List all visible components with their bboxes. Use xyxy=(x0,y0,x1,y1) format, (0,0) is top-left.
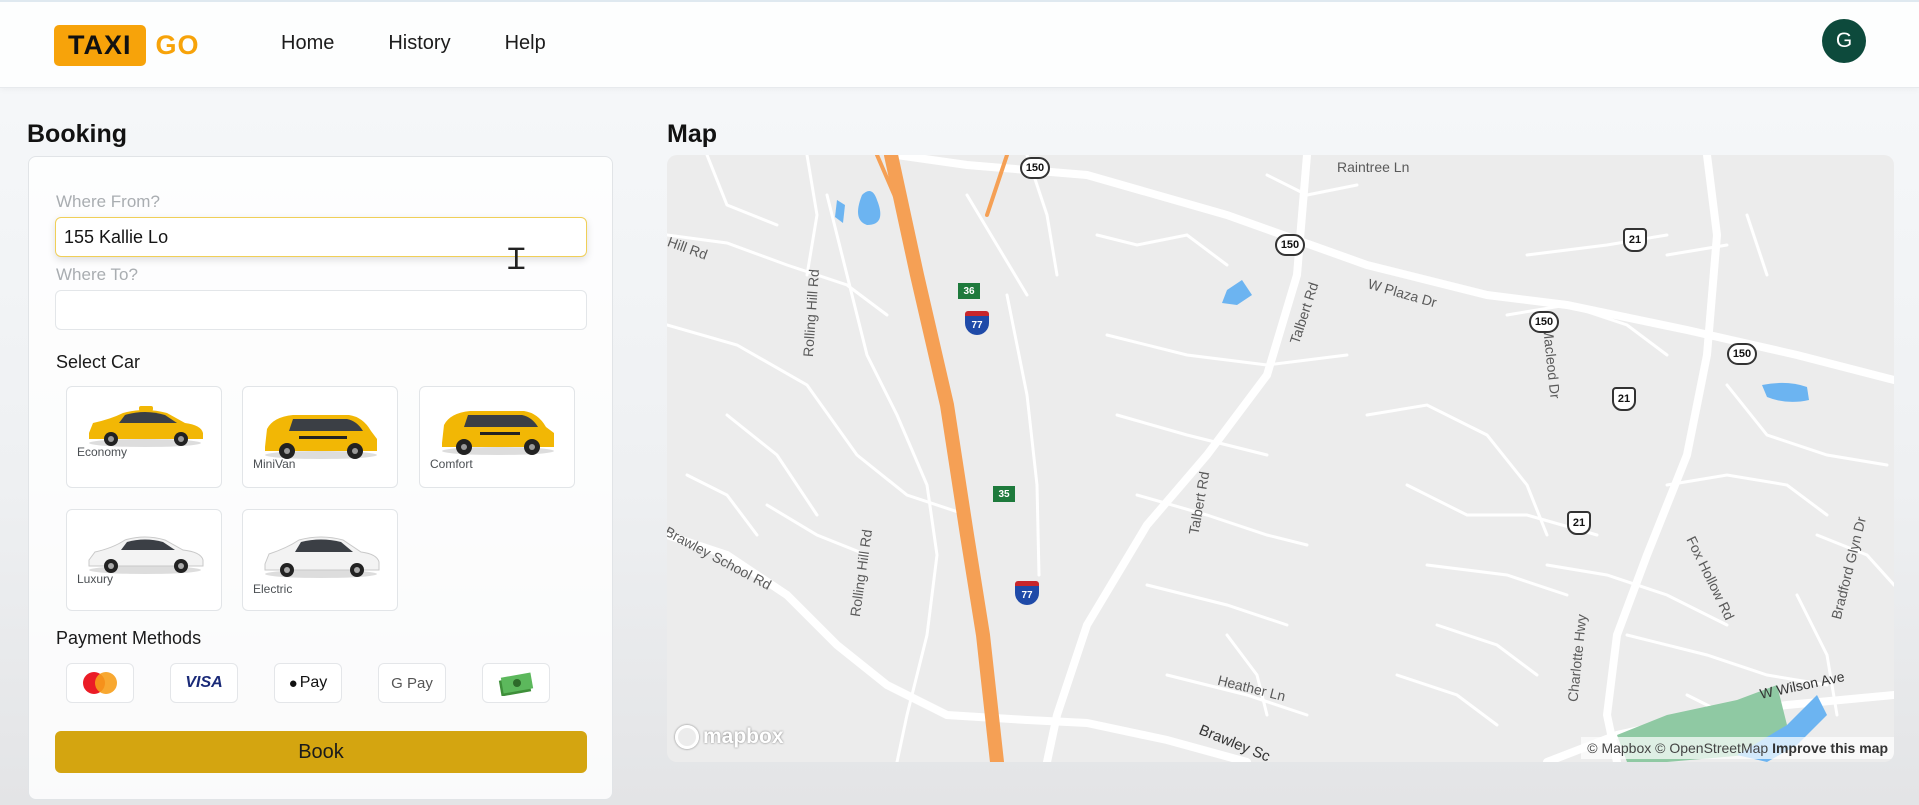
user-avatar[interactable]: G xyxy=(1822,19,1866,63)
interstate-77-shield: 77 xyxy=(965,311,989,335)
car-name-electric: Electric xyxy=(253,582,293,596)
google-pay-text: G Pay xyxy=(391,674,433,692)
car-name-luxury: Luxury xyxy=(77,572,114,586)
minivan-car-icon xyxy=(265,415,377,459)
comfort-car-icon xyxy=(442,411,554,455)
route-150-shield: 150 xyxy=(1275,234,1305,256)
car-name-economy: Economy xyxy=(77,445,128,459)
road-label-raintree: Raintree Ln xyxy=(1337,159,1410,175)
mapbox-logo[interactable]: mapbox xyxy=(675,725,784,749)
route-150-shield: 150 xyxy=(1020,157,1050,179)
text-cursor-icon: Ɪ xyxy=(508,243,525,276)
payment-mastercard[interactable] xyxy=(66,663,134,703)
logo-go-text: GO xyxy=(155,29,200,60)
attribution-mapbox-link[interactable]: © Mapbox xyxy=(1587,740,1651,756)
nav-help-link[interactable]: Help xyxy=(505,32,546,55)
cash-icon xyxy=(498,672,534,696)
map-view[interactable]: Raintree Ln Hill Rd W Plaza Dr Talbert R… xyxy=(667,155,1894,762)
booking-panel: Where From? Ɪ Where To? Select Car Econo… xyxy=(28,156,613,800)
apple-icon: ● xyxy=(288,674,298,692)
top-navbar: TAXI GO Home History Help G xyxy=(0,0,1919,88)
us-21-shield: 21 xyxy=(1567,511,1591,535)
visa-text: VISA xyxy=(185,674,223,691)
route-150-shield: 150 xyxy=(1529,311,1559,333)
main-nav: Home History Help xyxy=(281,32,546,55)
car-option-economy[interactable]: Economy xyxy=(66,386,222,488)
nav-home-link[interactable]: Home xyxy=(281,32,334,55)
nav-history-link[interactable]: History xyxy=(388,32,450,55)
payment-apple-pay[interactable]: ● Pay xyxy=(274,663,342,703)
exit-35-marker: 35 xyxy=(993,486,1015,502)
car-option-minivan[interactable]: MiniVan xyxy=(242,386,398,488)
attribution-osm-link[interactable]: © OpenStreetMap xyxy=(1655,740,1768,756)
luxury-car-icon xyxy=(88,536,204,574)
car-option-electric[interactable]: Electric xyxy=(242,509,398,611)
route-150-shield: 150 xyxy=(1727,343,1757,365)
payment-visa[interactable]: VISA xyxy=(170,663,238,703)
mapbox-logo-icon xyxy=(675,725,699,749)
where-to-input[interactable] xyxy=(55,290,587,330)
map-title: Map xyxy=(667,120,717,148)
where-from-label: Where From? xyxy=(56,192,160,211)
electric-car-icon xyxy=(264,536,380,578)
logo-taxi-text: TAXI xyxy=(54,24,146,66)
mapbox-logo-text: mapbox xyxy=(703,725,784,748)
economy-car-icon xyxy=(89,406,203,447)
payment-cash[interactable] xyxy=(482,663,550,703)
booking-title: Booking xyxy=(27,120,127,148)
map-attribution: © Mapbox © OpenStreetMap Improve this ma… xyxy=(1581,737,1894,759)
us-21-shield: 21 xyxy=(1612,387,1636,411)
interstate-77-shield: 77 xyxy=(1015,581,1039,605)
select-car-label: Select Car xyxy=(56,352,141,372)
payment-methods-label: Payment Methods xyxy=(56,628,202,648)
us-21-shield: 21 xyxy=(1623,228,1647,252)
car-name-minivan: MiniVan xyxy=(253,457,296,471)
payment-google-pay[interactable]: G Pay xyxy=(378,663,446,703)
taxi-go-logo[interactable]: TAXI GO xyxy=(54,24,200,66)
exit-36-marker: 36 xyxy=(958,283,980,299)
apple-pay-text: Pay xyxy=(299,674,328,691)
book-button[interactable]: Book xyxy=(55,731,587,773)
improve-map-link[interactable]: Improve this map xyxy=(1772,740,1888,756)
car-option-luxury[interactable]: Luxury xyxy=(66,509,222,611)
mastercard-icon xyxy=(83,672,117,694)
car-name-comfort: Comfort xyxy=(430,457,473,471)
car-option-comfort[interactable]: Comfort xyxy=(419,386,575,488)
where-to-label: Where To? xyxy=(56,265,138,284)
